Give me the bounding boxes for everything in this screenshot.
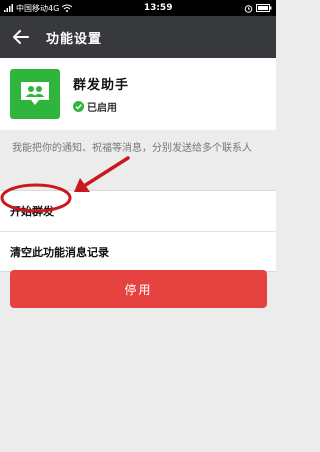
back-arrow-icon[interactable] — [10, 26, 32, 48]
alarm-icon — [244, 4, 253, 13]
app-name: 群发助手 — [73, 78, 130, 93]
enabled-status: 已启用 — [73, 99, 129, 114]
enabled-label: 已启用 — [87, 103, 117, 114]
signal-icon — [4, 4, 13, 12]
carrier-label: 中国移动4G — [16, 3, 60, 13]
action-list: 开始群发 清空此功能消息记录 — [0, 190, 276, 272]
check-circle-icon — [73, 101, 84, 112]
disable-button[interactable]: 停用 — [10, 270, 267, 308]
status-time: 13:59 — [143, 3, 173, 13]
group-chat-app-icon — [10, 69, 60, 119]
clear-history-item[interactable]: 清空此功能消息记录 — [0, 231, 276, 271]
app-info-card: 群发助手 已启用 — [0, 58, 276, 130]
wifi-icon — [62, 4, 73, 12]
start-mass-send-item[interactable]: 开始群发 — [0, 191, 276, 231]
feature-description: 我能把你的通知、祝福等消息，分别发送给多个联系人 — [0, 130, 276, 190]
battery-icon — [255, 4, 272, 12]
top-nav-bar: 功能设置 — [0, 16, 276, 58]
page-title: 功能设置 — [46, 31, 103, 47]
status-bar: 中国移动4G 13:59 — [0, 0, 276, 16]
